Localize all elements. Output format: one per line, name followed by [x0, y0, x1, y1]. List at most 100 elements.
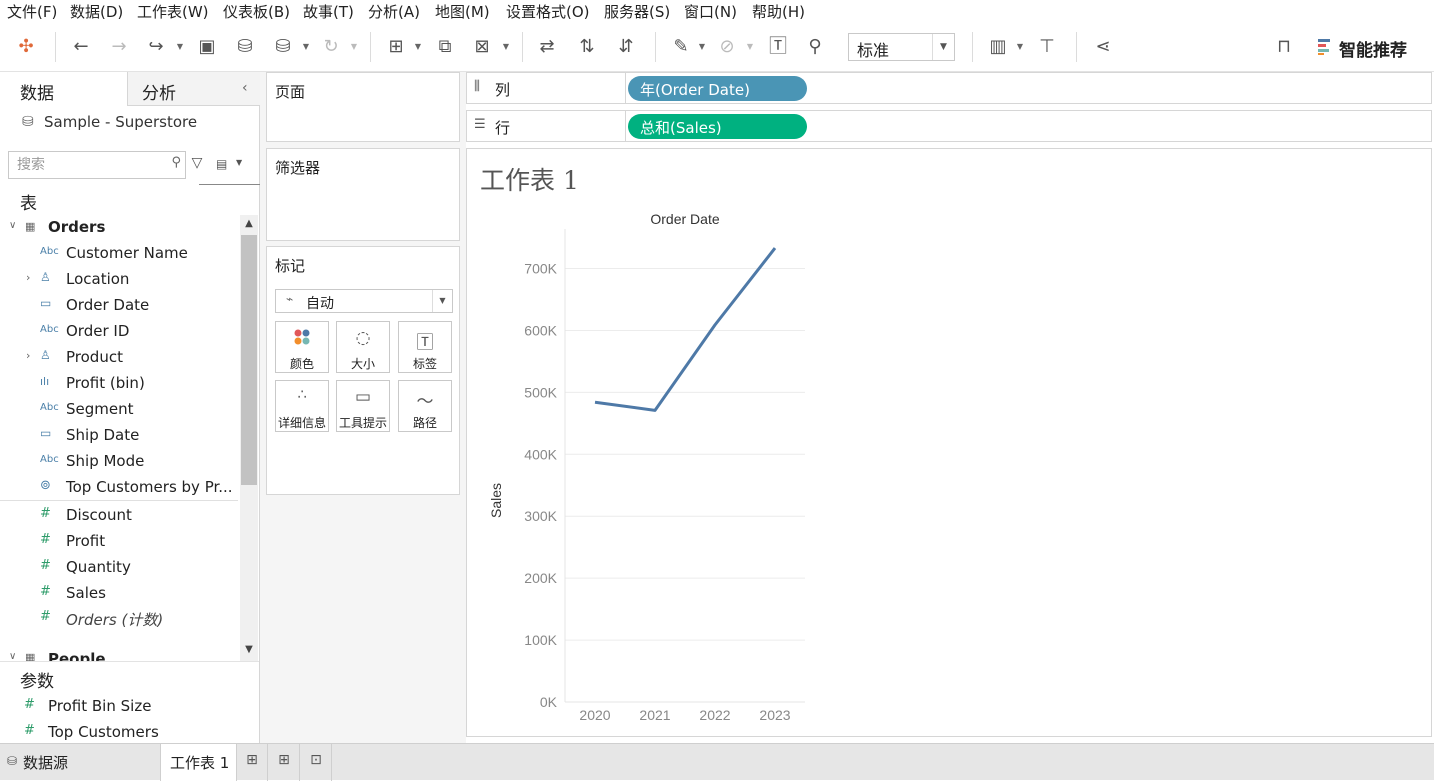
y-tick-label: 100K [524, 632, 557, 648]
pause-updates-icon[interactable]: ⛁ [271, 35, 295, 59]
datasource-name: Sample - Superstore [44, 113, 197, 131]
new-story-icon[interactable]: ⊡ [305, 752, 327, 772]
replay-dropdown-icon[interactable]: ▼ [176, 35, 184, 59]
field-quantity[interactable]: # Quantity [0, 555, 238, 581]
tab-sheet-1[interactable]: 工作表 1 [160, 744, 237, 781]
menu-data[interactable]: 数据(D) [70, 1, 123, 22]
label-button[interactable]: 🅃 标签 [398, 321, 452, 373]
search-icon[interactable]: ⚲ [171, 155, 181, 170]
field-customer-name[interactable]: Abc Customer Name [0, 241, 238, 267]
highlight-dropdown-icon[interactable]: ▼ [698, 35, 706, 59]
field-orders-count[interactable]: # Orders (计数) [0, 606, 238, 632]
menu-file[interactable]: 文件(F) [7, 1, 57, 22]
field-location[interactable]: › ♙ Location [0, 267, 238, 293]
collapse-pane-icon[interactable]: ‹ [242, 80, 248, 96]
highlight-icon[interactable]: ✎ [669, 35, 693, 59]
menu-help[interactable]: 帮助(H) [752, 1, 805, 22]
table-orders[interactable]: ∨ ▦ Orders [0, 215, 238, 241]
clear-dropdown-icon[interactable]: ▼ [502, 35, 510, 59]
replay-icon[interactable]: ↪ [144, 35, 168, 59]
size-button[interactable]: ◌ 大小 [336, 321, 390, 373]
color-button[interactable]: 颜色 [275, 321, 329, 373]
scrollbar-thumb[interactable] [241, 235, 257, 485]
new-dashboard-icon[interactable]: ⊞ [273, 752, 295, 772]
new-datasource-icon[interactable]: ⛁ [233, 35, 257, 59]
show-cards-dropdown-icon[interactable]: ▼ [1016, 35, 1024, 59]
menu-window[interactable]: 窗口(N) [684, 1, 737, 22]
tab-datasource[interactable]: ⛁ 数据源 [0, 744, 160, 780]
field-profit-bin[interactable]: ılı Profit (bin) [0, 371, 238, 397]
field-sales[interactable]: # Sales [0, 581, 238, 607]
rows-shelf[interactable]: ☰ 行 总和(Sales) [466, 110, 1432, 142]
show-cards-icon[interactable]: ▥ [986, 35, 1010, 59]
clear-sheet-icon[interactable]: ⊠ [470, 35, 494, 59]
tableau-logo-icon[interactable]: ✣ [14, 35, 38, 59]
menu-server[interactable]: 服务器(S) [604, 1, 670, 22]
field-list-scrollbar[interactable]: ▲ ▼ [240, 215, 258, 661]
swap-icon[interactable]: ⇄ [535, 35, 559, 59]
duplicate-sheet-icon[interactable]: ⧉ [433, 35, 457, 59]
field-order-date[interactable]: ▭ Order Date [0, 293, 238, 319]
field-profit[interactable]: # Profit [0, 529, 238, 555]
new-worksheet-icon[interactable]: ⊞ [384, 35, 408, 59]
menu-map[interactable]: 地图(M) [435, 1, 490, 22]
refresh-dropdown-icon[interactable]: ▼ [350, 35, 358, 59]
field-discount[interactable]: # Discount [0, 503, 238, 529]
chevron-down-icon[interactable]: ∨ [9, 651, 16, 661]
share-icon[interactable]: ⋖ [1091, 35, 1115, 59]
chevron-right-icon[interactable]: › [26, 271, 30, 284]
menu-worksheet[interactable]: 工作表(W) [137, 1, 209, 22]
path-button[interactable]: 〜 路径 [398, 380, 452, 432]
menu-format[interactable]: 设置格式(O) [506, 1, 590, 22]
menu-dashboard[interactable]: 仪表板(B) [223, 1, 290, 22]
detail-button[interactable]: ∴ 详细信息 [275, 380, 329, 432]
mark-type-select[interactable]: ⌁ 自动 ▼ [275, 289, 453, 313]
view-options-button[interactable]: ▤ ▼ [212, 155, 250, 175]
chevron-right-icon[interactable]: › [26, 349, 30, 362]
rows-pill-sales[interactable]: 总和(Sales) [628, 114, 807, 139]
x-tick-label: 2020 [579, 707, 610, 723]
field-ship-date[interactable]: ▭ Ship Date [0, 423, 238, 449]
save-icon[interactable]: ▣ [195, 35, 219, 59]
fix-axes-icon[interactable]: ⚲ [803, 35, 827, 59]
new-worksheet-dropdown-icon[interactable]: ▼ [414, 35, 422, 59]
show-me-icon[interactable]: ⊓ [1272, 35, 1296, 59]
refresh-icon[interactable]: ↻ [319, 35, 343, 59]
pause-dropdown-icon[interactable]: ▼ [302, 35, 310, 59]
toolbar-separator [55, 32, 56, 62]
filters-card[interactable]: 筛选器 [266, 148, 460, 241]
columns-pill-order-date[interactable]: 年(Order Date) [628, 76, 807, 101]
sort-ascending-icon[interactable]: ⇅ [575, 35, 599, 59]
scroll-down-icon[interactable]: ▼ [240, 641, 258, 659]
tab-data[interactable]: 数据 [0, 72, 127, 106]
show-labels-icon[interactable]: 🅃 [766, 35, 790, 59]
field-ship-mode[interactable]: Abc Ship Mode [0, 449, 238, 475]
new-worksheet-icon[interactable]: ⊞ [241, 752, 263, 772]
field-product[interactable]: › ♙ Product [0, 345, 238, 371]
tooltip-button[interactable]: ▭ 工具提示 [336, 380, 390, 432]
presentation-mode-icon[interactable]: ⊤ [1035, 35, 1059, 59]
tab-analysis[interactable]: 分析 [127, 72, 260, 106]
search-input[interactable] [15, 155, 165, 175]
datasource-icon: ⛁ [7, 754, 17, 768]
pages-card[interactable]: 页面 [266, 72, 460, 142]
param-profit-bin-size[interactable]: # Profit Bin Size [0, 694, 259, 720]
table-people[interactable]: ∨ ▦ People [0, 647, 238, 661]
undo-icon[interactable]: ← [69, 35, 93, 59]
fit-select[interactable]: 标准 ▼ [848, 33, 955, 61]
line-chart[interactable]: 0K100K200K300K400K500K600K700K2020202120… [467, 149, 1431, 736]
field-segment[interactable]: Abc Segment [0, 397, 238, 423]
group-dropdown-icon[interactable]: ▼ [746, 35, 754, 59]
field-top-customers-set[interactable]: ⊚ Top Customers by Pr... [0, 475, 238, 501]
field-order-id[interactable]: Abc Order ID [0, 319, 238, 345]
tab-data-label: 数据 [20, 79, 54, 104]
columns-shelf[interactable]: ⫼ 列 年(Order Date) [466, 72, 1432, 104]
chevron-down-icon[interactable]: ∨ [9, 220, 16, 231]
filter-icon[interactable]: ▽ [188, 155, 206, 175]
redo-icon[interactable]: → [107, 35, 131, 59]
menu-analysis[interactable]: 分析(A) [368, 1, 420, 22]
group-members-icon[interactable]: ⊘ [715, 35, 739, 59]
scroll-up-icon[interactable]: ▲ [240, 215, 258, 233]
menu-story[interactable]: 故事(T) [303, 1, 354, 22]
sort-descending-icon[interactable]: ⇵ [614, 35, 638, 59]
